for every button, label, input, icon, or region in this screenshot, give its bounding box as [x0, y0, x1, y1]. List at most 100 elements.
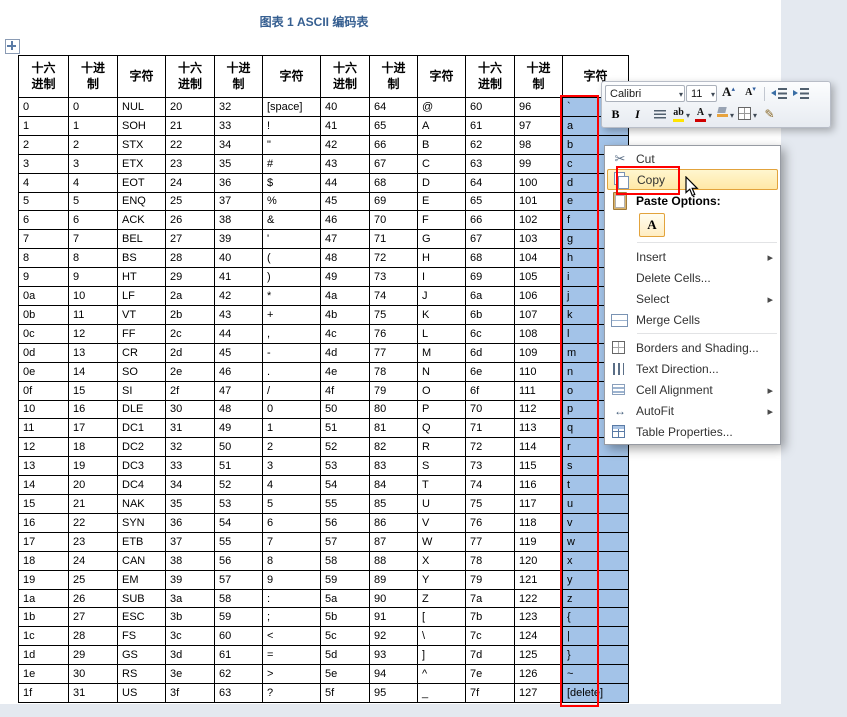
table-cell[interactable]: 72 [465, 437, 515, 458]
table-cell[interactable]: 47 [320, 229, 370, 250]
table-cell[interactable]: 94 [369, 664, 418, 685]
table-cell[interactable]: 117 [514, 494, 563, 514]
table-cell[interactable]: 58 [214, 588, 263, 609]
table-cell[interactable]: 5 [68, 191, 118, 212]
table-cell[interactable]: 15 [68, 380, 118, 401]
table-cell[interactable]: 2e [165, 361, 215, 382]
table-cell[interactable]: 81 [369, 418, 418, 439]
table-cell[interactable]: 69 [369, 191, 418, 212]
table-cell[interactable]: 72 [369, 248, 418, 269]
table-cell[interactable]: 35 [214, 153, 263, 174]
table-cell[interactable]: 28 [68, 626, 118, 647]
table-cell[interactable]: 3 [68, 153, 118, 174]
table-cell[interactable]: 3a [165, 588, 215, 609]
table-cell-selected[interactable]: y [562, 569, 629, 590]
table-cell[interactable]: < [262, 626, 321, 647]
table-cell[interactable]: 64 [465, 172, 515, 193]
table-cell[interactable]: 39 [214, 229, 263, 250]
menu-item-paste-options[interactable]: Paste Options: [605, 190, 780, 211]
table-cell[interactable]: 1 [68, 115, 118, 136]
table-cell[interactable]: 44 [320, 172, 370, 193]
table-cell[interactable]: J [417, 286, 466, 306]
table-cell[interactable]: 33 [214, 115, 263, 136]
table-cell[interactable]: 54 [214, 512, 263, 533]
table-cell[interactable]: \ [417, 626, 466, 647]
table-move-handle-icon[interactable] [5, 39, 20, 54]
table-cell[interactable]: 59 [214, 607, 263, 628]
table-cell[interactable]: 37 [214, 191, 263, 212]
table-cell[interactable]: 7d [465, 645, 515, 666]
table-cell[interactable]: 4b [320, 304, 370, 325]
header-cell[interactable]: 十六 进制 [165, 55, 215, 98]
menu-item-copy[interactable]: Copy [607, 169, 778, 190]
table-cell[interactable]: 42 [214, 286, 263, 306]
table-cell[interactable]: 20 [165, 97, 215, 117]
header-cell[interactable]: 十进 制 [68, 55, 118, 98]
table-cell[interactable]: 65 [465, 191, 515, 212]
table-cell[interactable]: 29 [68, 645, 118, 666]
table-cell[interactable]: 40 [214, 248, 263, 269]
table-cell[interactable]: 7e [465, 664, 515, 685]
table-cell[interactable]: 0e [18, 361, 69, 382]
table-cell[interactable]: ? [262, 683, 321, 703]
font-color-button[interactable]: A [693, 105, 714, 125]
table-cell[interactable]: 53 [214, 494, 263, 514]
table-cell[interactable]: 122 [514, 588, 563, 609]
table-cell[interactable]: 5c [320, 626, 370, 647]
table-cell[interactable]: 27 [165, 229, 215, 250]
table-cell[interactable]: 100 [514, 172, 563, 193]
table-cell[interactable]: 48 [320, 248, 370, 269]
table-cell[interactable]: 9 [262, 569, 321, 590]
table-cell[interactable]: 19 [18, 569, 69, 590]
table-cell[interactable]: 86 [369, 512, 418, 533]
table-cell[interactable]: 34 [214, 134, 263, 155]
table-cell[interactable]: 16 [18, 512, 69, 533]
table-cell[interactable]: 74 [369, 286, 418, 306]
table-cell[interactable]: ACK [117, 210, 166, 231]
table-cell[interactable]: 57 [320, 531, 370, 552]
table-cell[interactable]: 6a [465, 286, 515, 306]
table-cell[interactable]: S [417, 456, 466, 477]
table-cell[interactable]: [space] [262, 97, 321, 117]
table-cell[interactable]: FF [117, 323, 166, 344]
table-cell[interactable]: 21 [68, 494, 118, 514]
table-cell-selected[interactable]: u [562, 494, 629, 514]
table-cell[interactable]: 61 [465, 115, 515, 136]
table-cell[interactable]: 41 [320, 115, 370, 136]
table-cell[interactable]: 87 [369, 531, 418, 552]
table-cell[interactable]: F [417, 210, 466, 231]
table-cell[interactable]: : [262, 588, 321, 609]
table-cell[interactable]: 63 [465, 153, 515, 174]
table-cell[interactable]: 101 [514, 191, 563, 212]
header-cell[interactable]: 十进 制 [369, 55, 418, 98]
table-cell[interactable]: SOH [117, 115, 166, 136]
table-cell[interactable]: 1b [18, 607, 69, 628]
table-cell[interactable]: 98 [514, 134, 563, 155]
table-cell[interactable]: P [417, 399, 466, 420]
table-cell[interactable]: K [417, 304, 466, 325]
table-cell[interactable]: LF [117, 286, 166, 306]
table-cell[interactable]: 23 [165, 153, 215, 174]
table-cell[interactable]: 17 [18, 531, 69, 552]
table-cell[interactable]: * [262, 286, 321, 306]
table-cell[interactable]: 95 [369, 683, 418, 703]
table-cell[interactable]: 18 [18, 550, 69, 571]
table-cell[interactable]: 60 [465, 97, 515, 117]
table-cell[interactable]: DC2 [117, 437, 166, 458]
table-cell[interactable]: 2 [262, 437, 321, 458]
table-cell[interactable]: 1a [18, 588, 69, 609]
table-cell[interactable]: 3 [18, 153, 69, 174]
table-cell[interactable]: 40 [320, 97, 370, 117]
table-cell[interactable]: & [262, 210, 321, 231]
table-cell[interactable]: 62 [214, 664, 263, 685]
table-cell[interactable]: 113 [514, 418, 563, 439]
table-cell[interactable]: 30 [165, 399, 215, 420]
table-cell[interactable]: 66 [465, 210, 515, 231]
table-cell[interactable]: 78 [465, 550, 515, 571]
table-cell[interactable]: 88 [369, 550, 418, 571]
table-cell[interactable]: 127 [514, 683, 563, 703]
table-cell[interactable]: 3d [165, 645, 215, 666]
table-cell[interactable]: T [417, 475, 466, 496]
table-cell[interactable]: 7b [465, 607, 515, 628]
table-cell[interactable]: 9 [68, 267, 118, 288]
